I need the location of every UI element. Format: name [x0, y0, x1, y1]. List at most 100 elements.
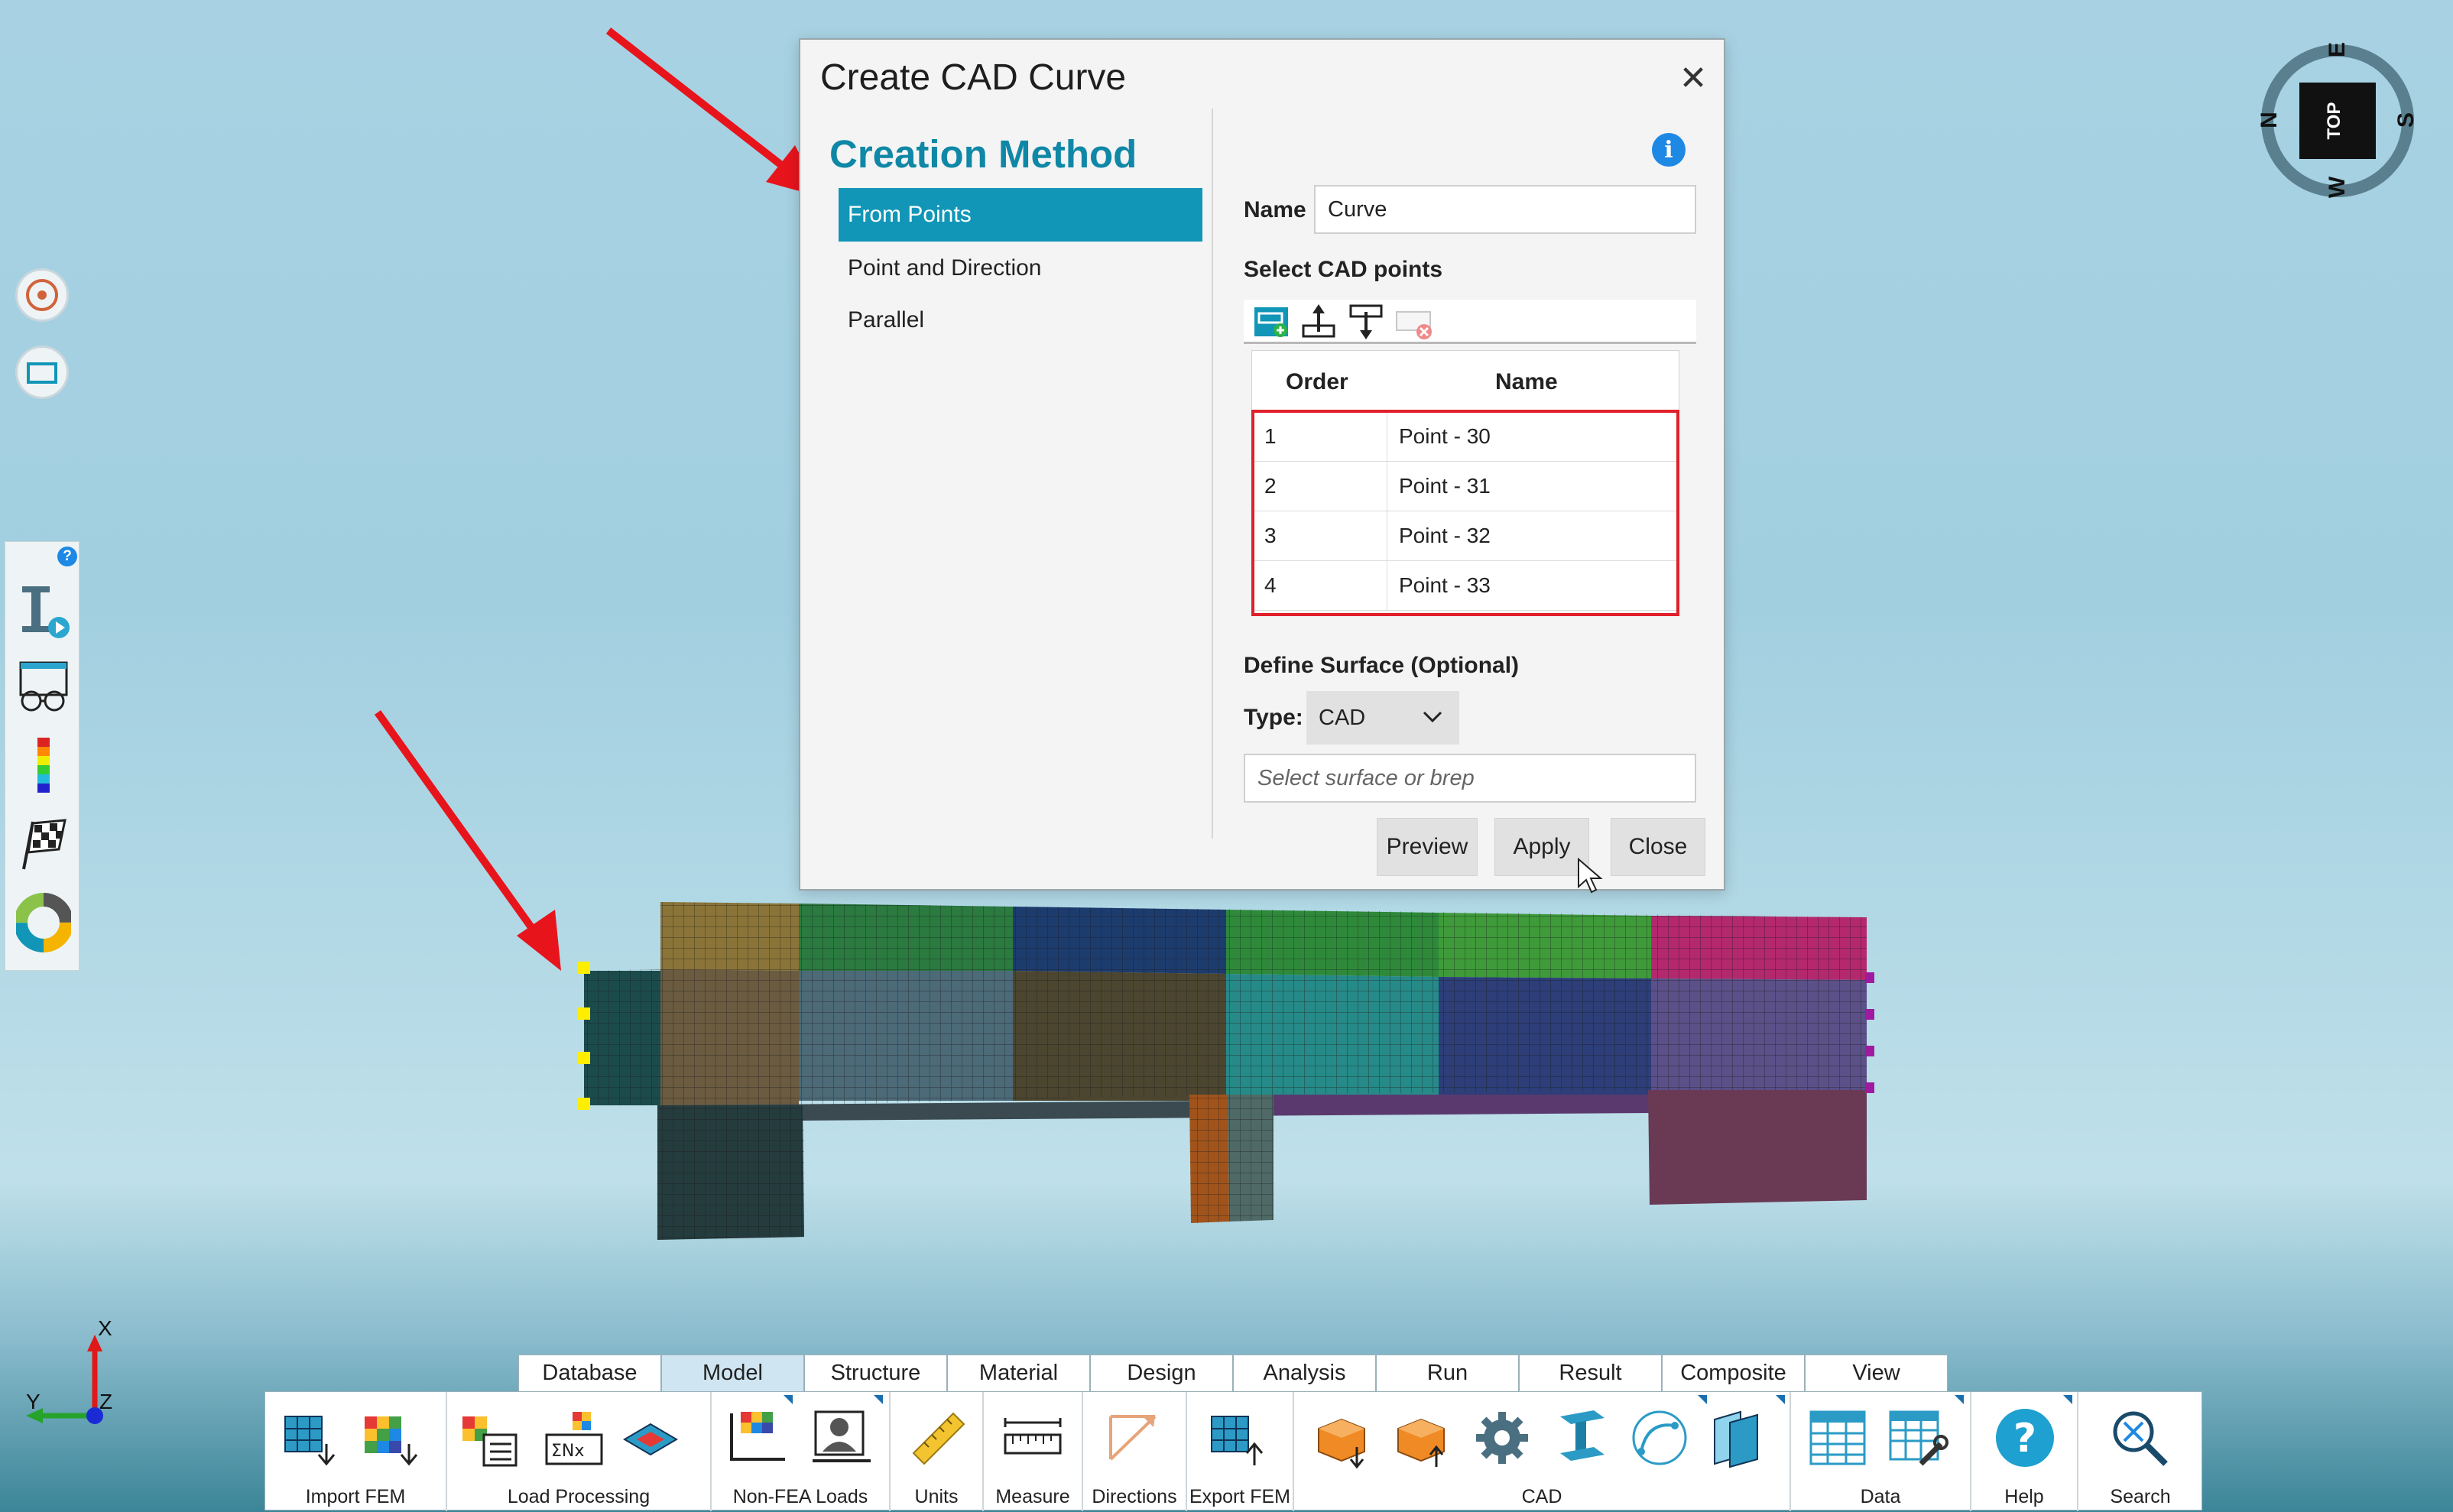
close-icon[interactable]: ✕	[1670, 57, 1716, 99]
tab-view[interactable]: View	[1805, 1355, 1948, 1391]
group-label: Search	[2110, 1486, 2171, 1507]
target-tool-button[interactable]	[15, 268, 69, 322]
non-fea-load-icon[interactable]	[725, 1406, 790, 1470]
tab-run[interactable]: Run	[1376, 1355, 1519, 1391]
group-label: Directions	[1092, 1486, 1177, 1507]
ibeam-icon[interactable]	[1549, 1406, 1614, 1470]
type-label: Type:	[1244, 705, 1303, 730]
color-scale-tool[interactable]	[16, 735, 71, 796]
group-units: Units	[891, 1392, 984, 1511]
type-dropdown[interactable]: CAD	[1306, 691, 1459, 745]
tab-model[interactable]: Model	[661, 1355, 804, 1391]
chevron-down-icon	[1423, 711, 1442, 723]
preview-button[interactable]: Preview	[1377, 818, 1478, 876]
creation-method-heading: Creation Method	[829, 132, 1137, 176]
method-point-and-direction[interactable]: Point and Direction	[839, 242, 1202, 295]
cad-curve-icon[interactable]	[1627, 1406, 1692, 1470]
help-icon[interactable]: ?	[57, 547, 77, 566]
select-cad-points-label: Select CAD points	[1244, 257, 1443, 282]
gear-icon[interactable]	[1470, 1406, 1534, 1470]
user-load-icon[interactable]	[810, 1406, 874, 1470]
mouse-cursor-icon	[1578, 858, 1603, 894]
glasses-view-tool[interactable]	[16, 658, 71, 719]
import-mesh-icon[interactable]	[281, 1406, 345, 1470]
move-down-button[interactable]	[1346, 303, 1386, 341]
ibeam-play-tool[interactable]	[16, 580, 71, 641]
tab-structure[interactable]: Structure	[804, 1355, 947, 1391]
add-point-button[interactable]	[1251, 303, 1291, 341]
axis-y-label: Y	[26, 1390, 41, 1413]
name-label: Name	[1244, 197, 1306, 222]
column-name[interactable]: Name	[1495, 369, 1558, 395]
move-up-button[interactable]	[1299, 303, 1338, 341]
group-directions: Directions	[1083, 1392, 1187, 1511]
cad-surface-icon[interactable]	[1707, 1406, 1771, 1470]
group-cad: CAD	[1294, 1392, 1791, 1511]
column-order[interactable]: Order	[1286, 369, 1348, 395]
window-tool-button[interactable]	[15, 346, 69, 399]
tab-material[interactable]: Material	[947, 1355, 1090, 1391]
load-case-list-icon[interactable]	[458, 1406, 522, 1470]
tab-analysis[interactable]: Analysis	[1233, 1355, 1376, 1391]
color-wheel-icon	[14, 893, 73, 952]
side-palette: ?	[5, 541, 79, 971]
define-surface-label: Define Surface (Optional)	[1244, 653, 1520, 678]
export-cad-icon[interactable]	[1390, 1406, 1455, 1470]
group-non-fea-loads: Non-FEA Loads	[712, 1392, 891, 1511]
compass-east: E	[2325, 41, 2351, 58]
compass-west: W	[2325, 176, 2351, 199]
ibeam-play-icon	[22, 586, 70, 638]
fem-mesh-model[interactable]	[566, 894, 1880, 1254]
annotation-arrow-left	[374, 710, 539, 935]
measure-icon[interactable]	[1001, 1406, 1065, 1470]
data-settings-icon[interactable]	[1886, 1406, 1950, 1470]
group-import-fem: Import FEM	[265, 1392, 447, 1511]
close-button[interactable]: Close	[1611, 818, 1705, 876]
group-export-fem: Export FEM	[1187, 1392, 1294, 1511]
color-scale-icon	[37, 738, 50, 793]
remove-point-button[interactable]	[1394, 303, 1433, 341]
finish-flag-tool[interactable]	[16, 816, 71, 877]
pane-divider	[1212, 109, 1213, 839]
data-table-icon[interactable]	[1806, 1406, 1871, 1470]
load-plate-icon[interactable]	[620, 1406, 684, 1470]
search-icon[interactable]	[2107, 1406, 2172, 1470]
highlight-box	[1251, 410, 1679, 616]
group-label: Data	[1860, 1486, 1901, 1507]
axis-x-label: X	[98, 1316, 112, 1340]
group-label: Import FEM	[305, 1486, 406, 1507]
tab-database[interactable]: Database	[518, 1355, 661, 1391]
help-icon[interactable]: ?	[1993, 1406, 2057, 1470]
ribbon-tabs: Database Model Structure Material Design…	[518, 1355, 1948, 1391]
glasses-icon	[19, 661, 68, 712]
sum-nx-icon[interactable]: ΣNx	[542, 1406, 606, 1470]
tab-composite[interactable]: Composite	[1662, 1355, 1805, 1391]
view-compass[interactable]: TOP N E S W	[2253, 37, 2422, 205]
directions-icon[interactable]	[1102, 1406, 1166, 1470]
info-icon[interactable]: i	[1652, 133, 1686, 167]
compass-top-label: TOP	[2324, 102, 2344, 140]
apply-button[interactable]: Apply	[1494, 818, 1589, 876]
tab-result[interactable]: Result	[1519, 1355, 1662, 1391]
dialog-title: Create CAD Curve	[820, 57, 1127, 98]
name-field[interactable]: Curve	[1314, 185, 1696, 234]
ribbon-toolbar: Import FEM ΣNx Load Processing Non-FEA L…	[264, 1391, 2202, 1511]
points-toolbar	[1244, 300, 1696, 344]
compass-south: S	[2393, 112, 2419, 128]
color-wheel-tool[interactable]	[14, 892, 73, 953]
method-from-points[interactable]: From Points	[839, 188, 1202, 242]
create-cad-curve-dialog: Create CAD Curve ✕ Creation Method From …	[799, 38, 1725, 894]
ruler-icon[interactable]	[906, 1406, 970, 1470]
import-results-icon[interactable]	[360, 1406, 424, 1470]
method-parallel[interactable]: Parallel	[839, 294, 1202, 347]
svg-text:ΣNx: ΣNx	[551, 1442, 584, 1461]
import-cad-icon[interactable]	[1311, 1406, 1375, 1470]
compass-north: N	[2256, 112, 2282, 128]
group-label: Non-FEA Loads	[732, 1486, 868, 1507]
group-label: Load Processing	[507, 1486, 651, 1507]
export-mesh-icon[interactable]	[1207, 1406, 1271, 1470]
remove-point-icon	[1396, 311, 1432, 339]
tab-design[interactable]: Design	[1090, 1355, 1233, 1391]
type-value: CAD	[1319, 705, 1366, 730]
surface-field[interactable]: Select surface or brep	[1244, 754, 1696, 803]
